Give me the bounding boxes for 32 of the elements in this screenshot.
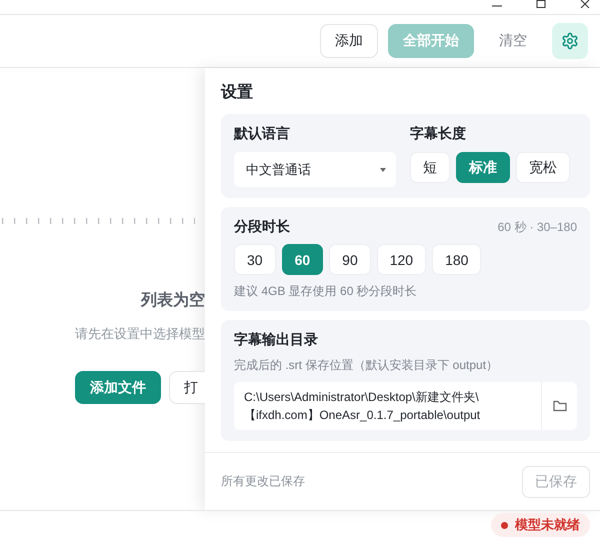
toolbar-button[interactable]: 添加 [320, 24, 378, 58]
duration-option[interactable]: 60 [282, 244, 324, 275]
length-option[interactable]: 短 [410, 152, 450, 183]
hint-text: 完成后的 .srt 保存位置（默认安装目录下 output） [234, 357, 500, 374]
field-label: 字幕输出目录 [234, 331, 319, 349]
language-select[interactable]: 中文普通话 [234, 152, 396, 187]
duration-option[interactable]: 30 [234, 244, 276, 275]
maximize-icon[interactable] [536, 0, 546, 8]
panel-title: 设置 [221, 82, 254, 103]
empty-hint: 请先在设置中选择模型 [75, 325, 205, 343]
caret-icon [380, 168, 386, 172]
field-label: 分段时长 [234, 218, 290, 236]
settings-button[interactable] [552, 23, 588, 59]
duration-option[interactable]: 90 [329, 244, 371, 275]
save-status: 所有更改已保存 [221, 473, 305, 490]
length-option[interactable]: 标准 [456, 152, 510, 183]
status-dot-icon [501, 522, 508, 528]
field-label: 字幕长度 [410, 125, 467, 143]
close-icon[interactable] [580, 0, 590, 8]
duration-option[interactable]: 180 [432, 244, 482, 275]
segment-reading: 60 秒 · 30–180 [498, 218, 577, 236]
duration-option[interactable]: 120 [376, 244, 426, 275]
action-button[interactable]: 打 [169, 371, 205, 404]
settings-icon [561, 32, 579, 50]
folder-icon [552, 400, 566, 412]
add-file-button[interactable]: 添加文件 [75, 371, 161, 404]
hint-text: 建议 4GB 显存使用 60 秒分段时长 [234, 283, 418, 300]
toolbar-button[interactable]: 清空 [484, 24, 542, 58]
empty-title: 列表为空 [141, 290, 205, 311]
length-option[interactable]: 宽松 [516, 152, 570, 183]
field-label: 默认语言 [234, 125, 291, 143]
model-status: 模型未就绪 [515, 516, 580, 534]
